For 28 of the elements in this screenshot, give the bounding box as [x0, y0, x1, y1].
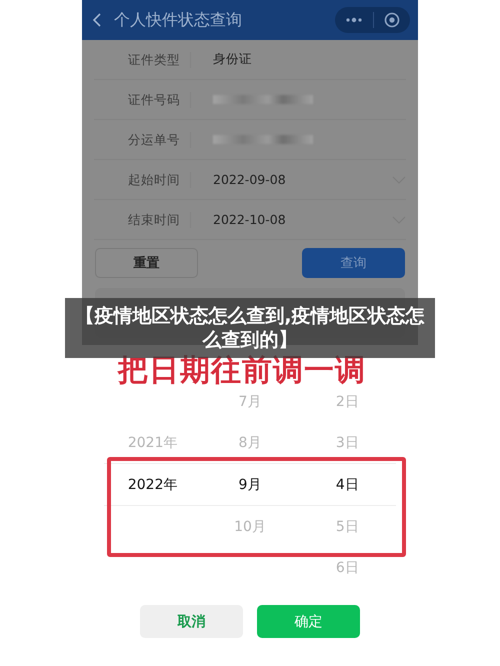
month-option[interactable]: 10月	[201, 518, 299, 536]
day-option[interactable]: 3日	[298, 434, 396, 452]
day-option[interactable]: 6日	[298, 558, 396, 576]
field-label: 证件类型	[94, 52, 191, 68]
page-title: 个人快件状态查询	[114, 10, 243, 30]
more-icon[interactable]	[345, 17, 363, 23]
reset-button[interactable]: 重置	[95, 248, 198, 278]
confirm-button[interactable]: 确定	[257, 605, 360, 638]
field-label: 起始时间	[94, 172, 191, 188]
query-button[interactable]: 查询	[302, 248, 405, 278]
back-icon[interactable]	[92, 12, 102, 28]
field-value: 身份证	[213, 51, 253, 68]
year-option[interactable]: 2022年	[104, 476, 202, 494]
field-label: 结束时间	[94, 212, 191, 228]
cancel-button[interactable]: 取消	[140, 605, 243, 638]
month-option[interactable]: 7月	[201, 392, 299, 410]
month-option[interactable]: 8月	[201, 434, 299, 452]
month-option[interactable]: 9月	[201, 476, 299, 494]
date-field[interactable]: 2022-09-08	[213, 172, 392, 187]
day-option[interactable]: 5日	[298, 518, 396, 536]
date-field[interactable]: 2022-10-08	[213, 212, 392, 227]
field-label: 证件号码	[94, 92, 191, 108]
field-label: 分运单号	[94, 132, 191, 148]
title-banner: 【疫情地区状态怎么查到,疫情地区状态怎么查到的】	[65, 298, 435, 358]
year-option[interactable]: 2021年	[104, 434, 202, 452]
day-option[interactable]: 4日	[298, 476, 396, 494]
day-option[interactable]: 2日	[298, 392, 396, 410]
annotation-text: 把日期往前调一调	[118, 356, 366, 386]
